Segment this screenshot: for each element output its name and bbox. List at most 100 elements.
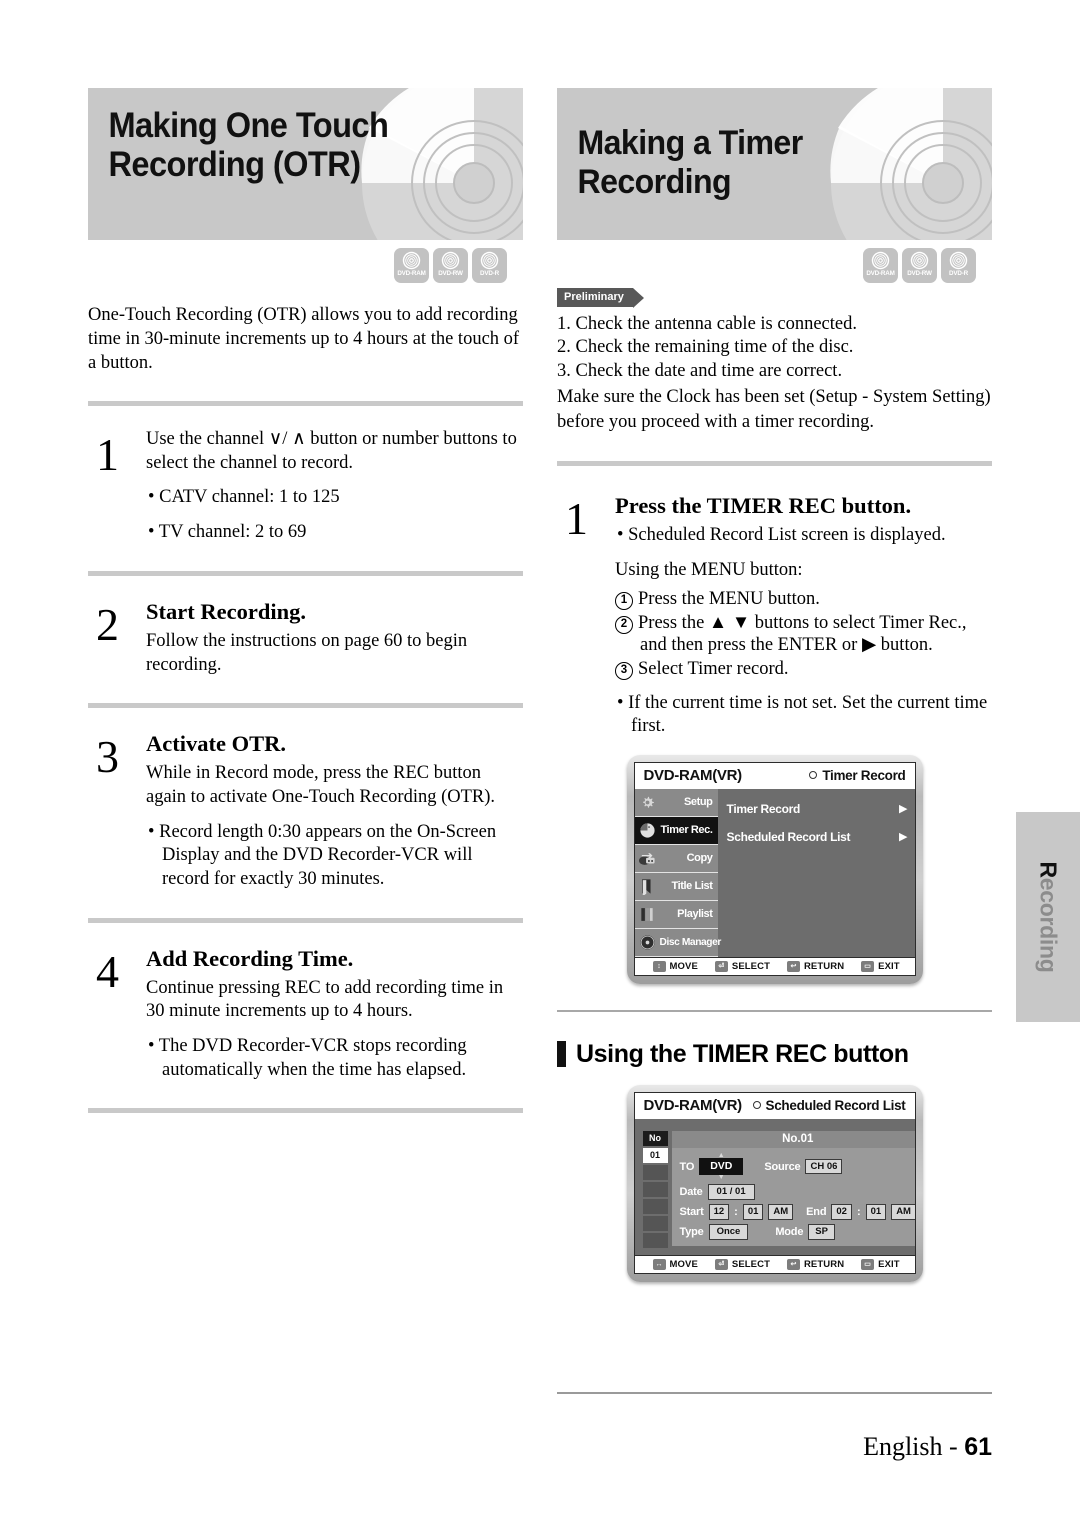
start-minute[interactable]: 01 (742, 1203, 764, 1220)
osd-body: Setup Timer Rec. Copy Title List Playlis… (634, 788, 915, 957)
menu-substep: 1 Press the MENU button. (615, 588, 992, 611)
divider (557, 1009, 992, 1012)
osd-sidebar-item-timer-rec[interactable]: Timer Rec. (634, 816, 718, 845)
subsection-heading-label: Using the TIMER REC button (576, 1039, 909, 1068)
time-colon: : (856, 1205, 861, 1218)
field-row-start-end: Start 12 : 01 AM End 02 : 01 AM (680, 1203, 915, 1220)
disc-badge-label: DVD-RW (438, 270, 463, 277)
osd-sidebar-item-title-list[interactable]: Title List (634, 872, 718, 901)
schedule-slot-01[interactable]: 01 (642, 1147, 668, 1163)
osd-hint-exit: ▭ EXIT (861, 960, 900, 972)
type-value[interactable]: Once (708, 1223, 749, 1240)
playlist-icon (635, 906, 660, 923)
osd-hint-label: MOVE (669, 1258, 698, 1270)
step-title: Start Recording. (146, 598, 306, 624)
step-number: 4 (96, 945, 119, 997)
substep-text: Press the MENU button. (638, 589, 820, 610)
osd-frame: DVD-RAM(VR) Scheduled Record List No 01 (633, 1091, 916, 1274)
start-hour[interactable]: 12 (708, 1203, 730, 1220)
disc-badge-label: DVD-RW (907, 270, 932, 277)
osd-sidebar-label: Disc Manager (659, 936, 722, 948)
end-hour[interactable]: 02 (831, 1203, 852, 1220)
mode-value[interactable]: SP (808, 1223, 835, 1240)
to-label: TO (679, 1160, 695, 1173)
osd-hint-move: ↕ MOVE (652, 960, 698, 972)
osd-menu-row-timer-record[interactable]: Timer Record ▶ (727, 795, 908, 823)
divider (88, 570, 523, 576)
osd-disc-type: DVD-RAM(VR) (643, 1096, 743, 1114)
select-key-icon: ⏎ (714, 960, 728, 972)
return-key-icon: ↩ (786, 1258, 800, 1270)
end-ampm[interactable]: AM (891, 1203, 915, 1220)
disc-ring-icon (809, 771, 818, 780)
disc-badge: DVD-R (472, 248, 507, 283)
page-footer: English - 61 (557, 1432, 992, 1462)
osd-hint-label: RETURN (803, 1258, 845, 1270)
menu-substep: 2 Press the ▲ ▼ buttons to select Timer R… (615, 612, 992, 657)
step-number: 1 (96, 429, 119, 481)
source-label: Source (764, 1160, 801, 1173)
chevron-right-icon: ▶ (899, 831, 908, 844)
osd-sidebar[interactable]: Setup Timer Rec. Copy Title List Playlis… (634, 788, 722, 957)
substep-text: Press the ▲ ▼ buttons to select Timer Re… (638, 612, 967, 656)
osd-screen-title: Timer Record (822, 767, 906, 783)
source-value[interactable]: CH 06 (805, 1158, 843, 1175)
osd-sidebar-item-playlist[interactable]: Playlist (634, 900, 718, 929)
chapter-tab-initial: R (1035, 861, 1062, 878)
osd-hint-label: EXIT (878, 1258, 900, 1270)
osd-hint-select: ⏎ SELECT (714, 960, 770, 972)
time-colon: : (734, 1205, 738, 1218)
substep-text: Select Timer record. (638, 659, 789, 680)
step-paragraph: While in Record mode, press the REC butt… (146, 763, 496, 807)
schedule-slot-empty[interactable] (642, 1164, 668, 1180)
divider (88, 1108, 523, 1114)
mode-label: Mode (775, 1225, 804, 1238)
step-bullet: • CATV channel: 1 to 125 (148, 487, 340, 508)
disc-icon (441, 251, 460, 270)
osd-sidebar-item-copy[interactable]: Copy (634, 844, 718, 873)
disc-badge: DVD-RW (433, 248, 468, 283)
schedule-slot-empty[interactable] (642, 1215, 668, 1231)
schedule-number-column: No 01 (642, 1130, 668, 1248)
step-bullet: • If the current time is not set. Set th… (617, 692, 988, 737)
osd-menu-row-scheduled-record-list[interactable]: Scheduled Record List ▶ (727, 823, 908, 851)
schedule-slot-empty[interactable] (642, 1198, 668, 1214)
select-key-icon: ⏎ (714, 1258, 728, 1270)
osd-title-bar: DVD-RAM(VR) Timer Record (634, 762, 915, 789)
osd-hint-move: ↔ MOVE (652, 1258, 698, 1270)
schedule-slot-empty[interactable] (642, 1181, 668, 1197)
step-paragraph: Follow the instructions on page 60 to be… (146, 630, 468, 675)
osd-sidebar-item-disc-manager[interactable]: Disc Manager (634, 928, 722, 957)
disc-badge: DVD-RAM (863, 248, 898, 283)
to-spinner[interactable]: ▲ DVD ▼ (699, 1152, 744, 1181)
type-label: Type (679, 1225, 704, 1238)
copy-icon (635, 850, 660, 867)
date-value[interactable]: 01 / 01 (707, 1184, 755, 1200)
osd-footer-hints: ↕ MOVE ⏎ SELECT ↩ RETURN ▭ EXIT (634, 956, 915, 975)
left-disc-badges: DVD-RAM DVD-RW DVD-R (88, 240, 509, 283)
preliminary-badge: Preliminary (557, 288, 644, 308)
end-minute[interactable]: 01 (865, 1203, 887, 1220)
preliminary-note-2: before you proceed with a timer recordin… (557, 412, 874, 433)
divider (88, 917, 523, 923)
right-section-banner: Making a Timer Recording (557, 88, 992, 240)
manual-page: Making One Touch Recording (OTR) DVD-RAM (0, 0, 1080, 1526)
using-menu-label: Using the MENU button: (615, 559, 803, 580)
osd-sidebar-label: Setup (683, 796, 713, 809)
osd-hint-return: ↩ RETURN (786, 960, 844, 972)
right-disc-badges: DVD-RAM DVD-RW DVD-R (557, 240, 978, 283)
osd-title-bar: DVD-RAM(VR) Scheduled Record List (634, 1092, 915, 1119)
osd-content-panel: Timer Record ▶ Scheduled Record List ▶ (718, 789, 915, 957)
to-value[interactable]: DVD (699, 1157, 744, 1176)
disc-icon (402, 251, 421, 270)
step-2: 2 Start Recording. Follow the instructio… (88, 598, 523, 677)
osd-sidebar-label: Timer Rec. (660, 824, 713, 837)
osd-sidebar-item-setup[interactable]: Setup (634, 788, 718, 817)
start-ampm[interactable]: AM (768, 1203, 794, 1220)
substep-number: 1 (615, 592, 633, 611)
osd-sidebar-label: Playlist (677, 908, 713, 921)
schedule-slot-empty[interactable] (642, 1232, 668, 1248)
chapter-side-tab: Recording (1016, 812, 1080, 1022)
menu-substeps: 1 Press the MENU button. 2 Press the ▲ ▼ b… (615, 588, 992, 681)
step-number: 1 (565, 493, 588, 544)
